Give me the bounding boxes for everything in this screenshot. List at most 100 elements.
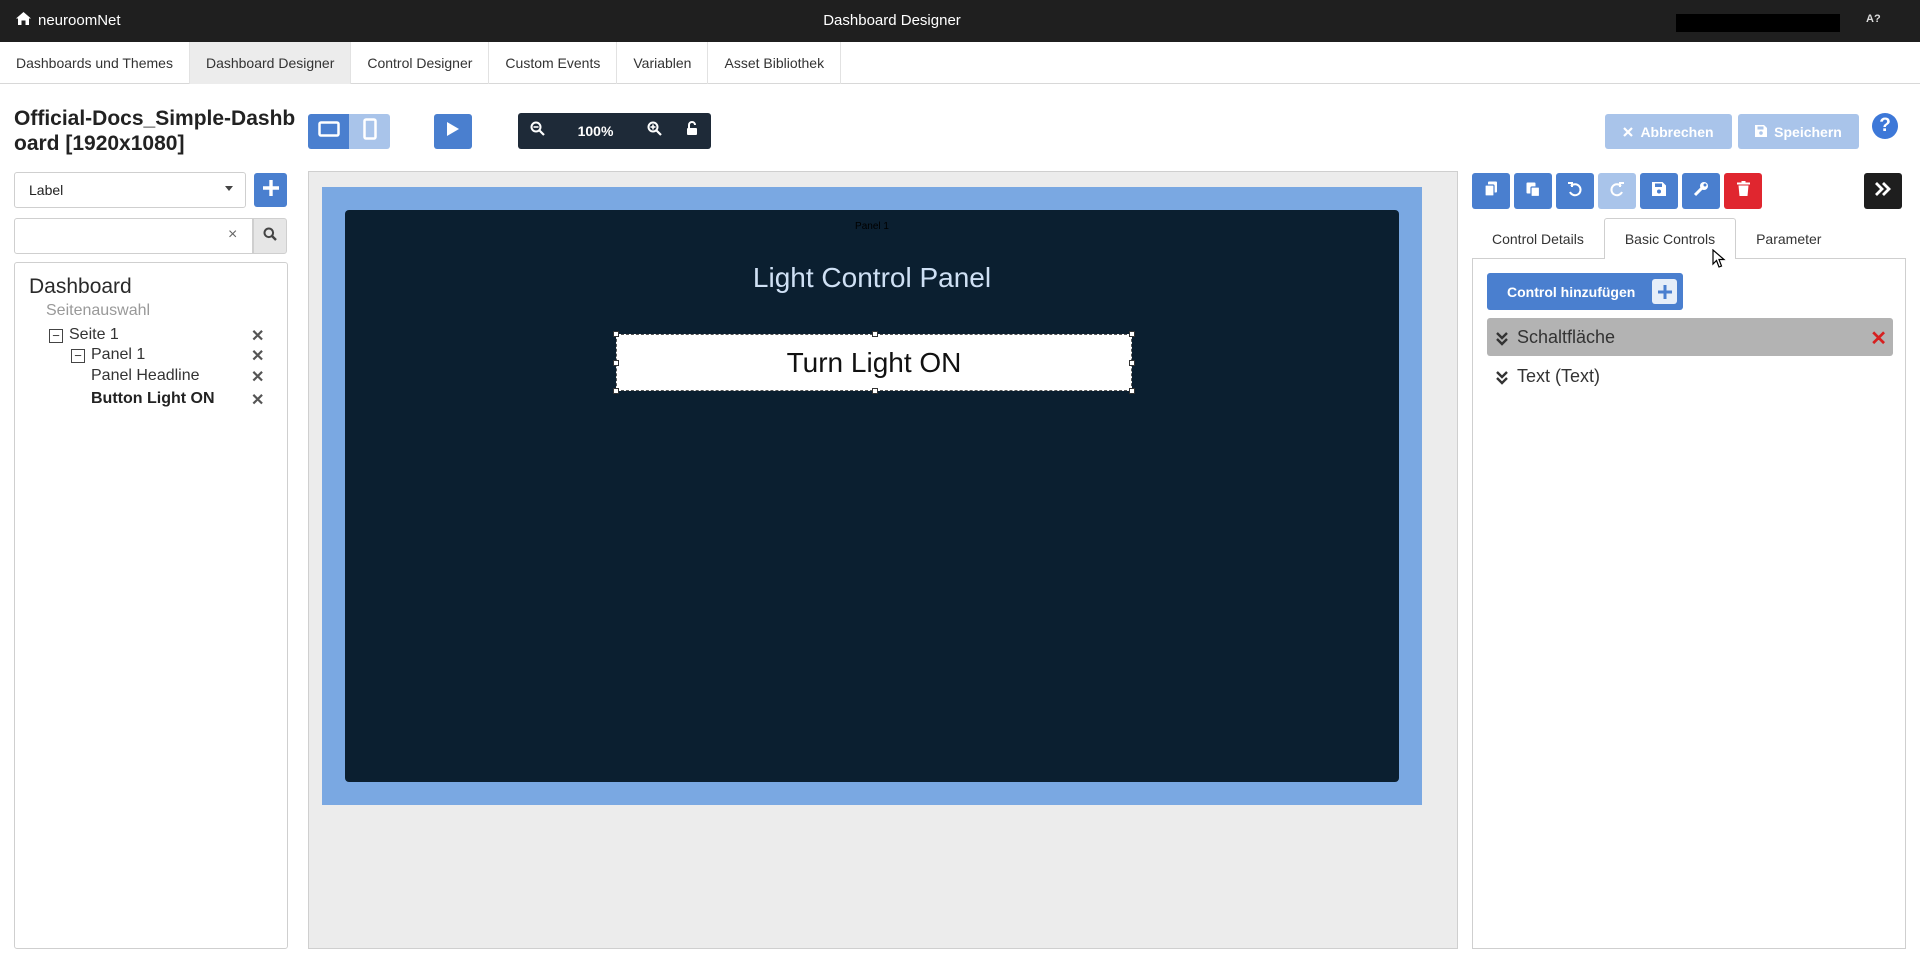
tree-item-button-light-on[interactable]: Button Light ON ✕ [15, 390, 287, 410]
help-icon[interactable]: ? [1872, 113, 1898, 139]
top-bar: neuroomNet Dashboard Designer A? [0, 0, 1920, 42]
delete-icon[interactable]: ✕ [251, 326, 264, 346]
remove-control-icon[interactable]: ✕ [1870, 326, 1887, 351]
delete-element-button[interactable] [1724, 173, 1762, 209]
save-element-button[interactable] [1640, 173, 1678, 209]
cancel-button[interactable]: Abbrechen [1605, 114, 1732, 149]
landscape-button[interactable] [308, 114, 349, 149]
element-type-select[interactable]: Label [14, 172, 246, 208]
tree-search-input[interactable] [14, 218, 253, 254]
lock-toggle-button[interactable] [673, 113, 711, 149]
tree-root-dashboard[interactable]: Dashboard [29, 275, 132, 299]
properties-button[interactable] [1682, 173, 1720, 209]
panel-1[interactable]: Panel 1 Light Control Panel Turn Light O… [345, 210, 1399, 782]
orientation-toggle [308, 114, 390, 149]
mouse-cursor-icon [1712, 248, 1726, 274]
tab-parameter[interactable]: Parameter [1736, 218, 1841, 259]
resize-handle[interactable] [613, 388, 619, 394]
portrait-button[interactable] [349, 114, 390, 149]
add-control-label: Control hinzufügen [1507, 283, 1636, 300]
control-item-schaltflaeche[interactable]: Schaltfläche ✕ [1487, 318, 1893, 356]
landscape-icon [317, 121, 340, 142]
tree-item-label: Button Light ON [91, 390, 215, 407]
tree-item-panel-headline[interactable]: Panel Headline ✕ [15, 367, 287, 387]
tree-item-label: Seite 1 [69, 326, 119, 343]
cancel-label: Abbrechen [1640, 123, 1714, 140]
save-button[interactable]: Speichern [1738, 114, 1859, 149]
redo-icon [1609, 181, 1625, 202]
turn-light-on-button[interactable]: Turn Light ON [613, 331, 1135, 394]
preview-play-button[interactable] [434, 114, 472, 149]
play-icon [446, 121, 460, 142]
dashboard-title: Official-Docs_Simple-Dashboard [1920x108… [14, 107, 296, 155]
undo-button[interactable] [1556, 173, 1594, 209]
resize-handle[interactable] [613, 331, 619, 337]
resize-handle[interactable] [872, 388, 878, 394]
tree-item-label: Panel Headline [91, 367, 200, 384]
trash-icon [1736, 181, 1750, 201]
main-nav: Dashboards und Themes Dashboard Designer… [0, 42, 1920, 84]
double-chevron-down-icon[interactable] [1496, 369, 1508, 390]
button-label: Turn Light ON [786, 346, 962, 378]
chevron-down-icon [225, 186, 233, 191]
nav-tab-dashboards-themes[interactable]: Dashboards und Themes [0, 42, 190, 84]
properties-tabs: Control Details Basic Controls Parameter [1472, 218, 1906, 260]
tree-item-label: Panel 1 [91, 346, 146, 363]
panel-tag: Panel 1 [855, 221, 889, 232]
resize-handle[interactable] [872, 331, 878, 337]
clear-search-icon[interactable]: × [228, 226, 237, 244]
resize-handle[interactable] [613, 360, 619, 366]
dashboard-stage[interactable]: Panel 1 Light Control Panel Turn Light O… [322, 187, 1422, 805]
nav-tab-variablen[interactable]: Variablen [617, 42, 709, 84]
search-button[interactable] [253, 218, 287, 254]
collapse-icon[interactable]: − [49, 329, 63, 343]
undo-icon [1567, 181, 1583, 202]
user-name-redacted[interactable] [1676, 14, 1840, 32]
zoom-controls: 100% [518, 113, 711, 149]
element-type-value: Label [29, 182, 64, 198]
nav-tab-asset-bibliothek[interactable]: Asset Bibliothek [708, 42, 842, 84]
portrait-icon [362, 118, 377, 145]
plus-icon [262, 179, 280, 202]
nav-tab-custom-events[interactable]: Custom Events [489, 42, 618, 84]
resize-handle[interactable] [1129, 360, 1135, 366]
save-label: Speichern [1774, 123, 1842, 140]
tab-control-details[interactable]: Control Details [1472, 218, 1604, 259]
zoom-out-button[interactable] [518, 113, 556, 149]
resize-handle[interactable] [1129, 388, 1135, 394]
collapse-panel-button[interactable] [1864, 173, 1902, 209]
wrench-icon [1693, 181, 1709, 202]
add-control-button[interactable]: Control hinzufügen [1487, 273, 1683, 310]
control-item-text[interactable]: Text (Text) [1487, 357, 1893, 395]
delete-icon[interactable]: ✕ [251, 367, 264, 387]
copy-icon [1484, 181, 1498, 202]
floppy-icon [1755, 124, 1768, 140]
language-icon[interactable]: A? [1866, 13, 1881, 25]
panel-headline[interactable]: Light Control Panel [345, 262, 1399, 294]
double-chevron-down-icon[interactable] [1496, 330, 1508, 351]
resize-handle[interactable] [1129, 331, 1135, 337]
zoom-level: 100% [577, 123, 614, 139]
double-chevron-right-icon [1874, 181, 1892, 201]
tree-item-seite-1[interactable]: − Seite 1 ✕ [15, 326, 287, 346]
design-canvas[interactable]: Panel 1 Light Control Panel Turn Light O… [308, 171, 1458, 949]
redo-button[interactable] [1598, 173, 1636, 209]
control-item-label: Text (Text) [1517, 365, 1601, 386]
nav-tab-control-designer[interactable]: Control Designer [351, 42, 490, 84]
floppy-icon [1652, 181, 1666, 201]
delete-icon[interactable]: ✕ [251, 390, 264, 410]
element-toolbar [1472, 173, 1762, 209]
zoom-in-button[interactable] [635, 113, 673, 149]
collapse-icon[interactable]: − [71, 349, 85, 363]
paste-button[interactable] [1514, 173, 1552, 209]
zoom-in-icon [647, 121, 662, 141]
tree-item-panel-1[interactable]: − Panel 1 ✕ [15, 346, 287, 366]
tree-page-selection[interactable]: Seitenauswahl [46, 302, 150, 320]
add-element-button[interactable] [254, 173, 287, 207]
control-item-label: Schaltfläche [1517, 326, 1616, 347]
copy-button[interactable] [1472, 173, 1510, 209]
element-tree: Dashboard Seitenauswahl − Seite 1 ✕ − Pa… [14, 262, 288, 949]
nav-tab-dashboard-designer[interactable]: Dashboard Designer [189, 42, 352, 84]
delete-icon[interactable]: ✕ [251, 346, 264, 366]
app-title: Dashboard Designer [823, 12, 961, 29]
